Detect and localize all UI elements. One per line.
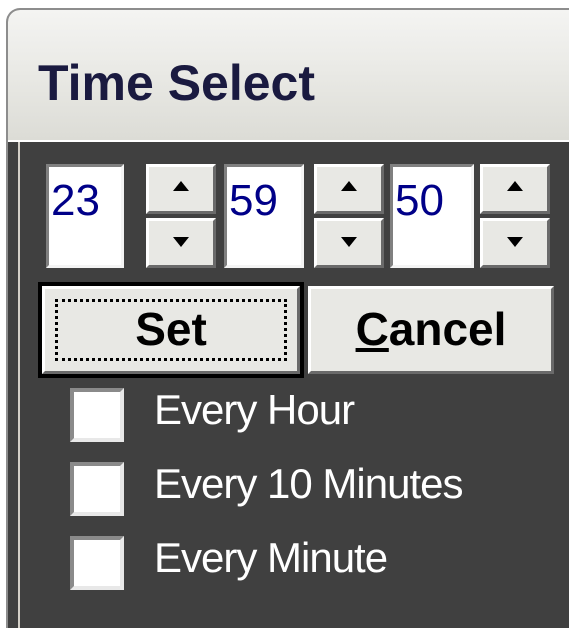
triangle-down-icon	[173, 237, 189, 247]
triangle-up-icon	[341, 181, 357, 191]
every-minute-checkbox[interactable]	[70, 536, 124, 590]
every-minute-label: Every Minute	[154, 534, 388, 581]
hour-value: 23	[51, 176, 100, 225]
every-hour-checkbox[interactable]	[70, 388, 124, 442]
time-select-window: Time Select 23 59 50 Set Cancel Every Ho…	[6, 8, 569, 628]
second-value: 50	[395, 176, 444, 225]
minute-up-button[interactable]	[314, 164, 384, 214]
focus-rectangle	[55, 299, 287, 361]
second-field[interactable]: 50	[390, 164, 474, 268]
hour-down-button[interactable]	[146, 218, 216, 268]
triangle-up-icon	[507, 181, 523, 191]
minute-field[interactable]: 59	[224, 164, 304, 268]
set-button[interactable]: Set	[38, 282, 304, 378]
hour-up-button[interactable]	[146, 164, 216, 214]
second-spinner	[480, 164, 550, 268]
minute-value: 59	[229, 176, 278, 225]
cancel-mnemonic: C	[355, 303, 389, 355]
minute-down-button[interactable]	[314, 218, 384, 268]
every-hour-label: Every Hour	[154, 386, 355, 433]
second-down-button[interactable]	[480, 218, 550, 268]
triangle-down-icon	[507, 237, 523, 247]
triangle-down-icon	[341, 237, 357, 247]
second-up-button[interactable]	[480, 164, 550, 214]
triangle-up-icon	[173, 181, 189, 191]
every-10-minutes-label: Every 10 Minutes	[154, 460, 463, 507]
window-title: Time Select	[38, 55, 316, 111]
hour-spinner	[146, 164, 216, 268]
hour-field[interactable]: 23	[46, 164, 124, 268]
client-area: 23 59 50 Set Cancel Every Hour Every 10 …	[18, 142, 569, 628]
title-bar[interactable]: Time Select	[8, 10, 569, 142]
cancel-button[interactable]: Cancel	[308, 286, 554, 374]
every-10-minutes-checkbox[interactable]	[70, 462, 124, 516]
cancel-button-label: ancel	[388, 303, 507, 355]
minute-spinner	[314, 164, 384, 268]
